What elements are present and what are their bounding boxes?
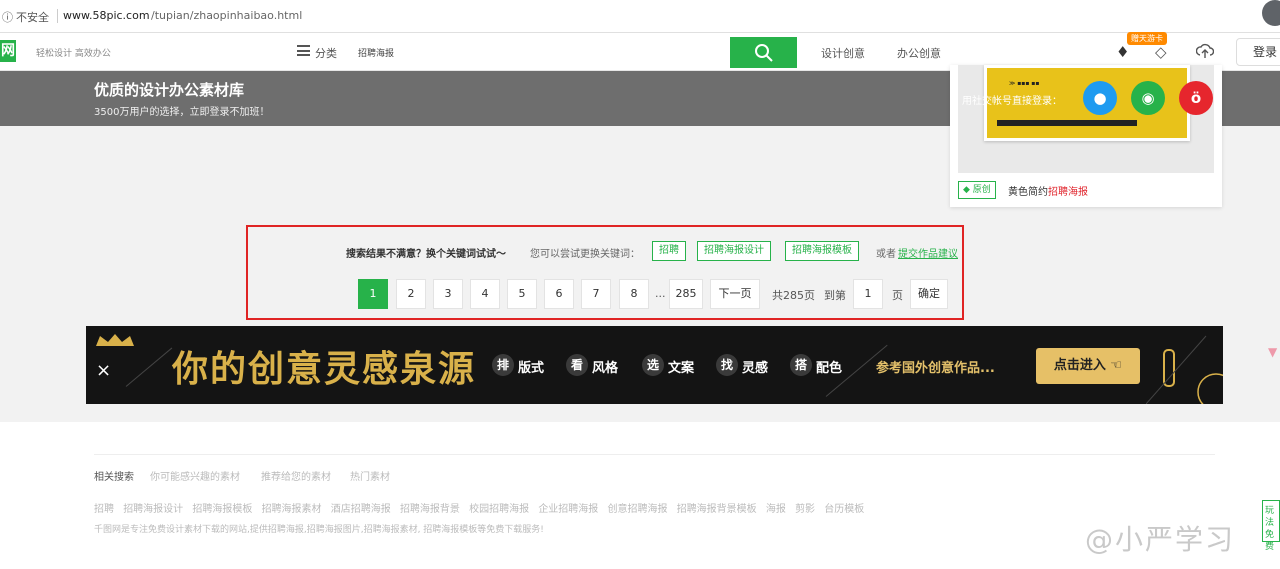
info-icon[interactable]: ⓘ xyxy=(2,9,13,25)
card-thumbnail[interactable]: ≫ ▪▪▪ ▪▪ xyxy=(958,65,1214,173)
hint-main: 搜索结果不满意？换个关键词试试～ xyxy=(346,249,506,260)
keyword-chip[interactable]: 招聘海报模板 xyxy=(785,241,859,261)
tag-badge: 选 xyxy=(642,354,664,376)
tag-badge: 排 xyxy=(492,354,514,376)
goto-input[interactable]: 1 xyxy=(853,279,883,309)
site-logo[interactable]: 网 xyxy=(0,40,16,62)
page-6[interactable]: 6 xyxy=(544,279,574,309)
weibo-icon[interactable]: ö xyxy=(1179,81,1213,115)
tag-word: 文案 xyxy=(668,361,695,376)
tag-word: 灵感 xyxy=(742,361,769,376)
hint-sub: 您可以尝试更换关键词： xyxy=(530,249,640,260)
site-tagline: 轻松设计 高效办公 xyxy=(36,49,111,59)
footer: 相关搜索 你可能感兴趣的素材 推荐给您的素材 热门素材 招聘 招聘海报设计 招聘… xyxy=(0,422,1280,569)
nav-design-creative[interactable]: 设计创意 xyxy=(821,45,865,61)
vip-badge[interactable]: 赠天游卡 xyxy=(1127,32,1167,45)
tag-link[interactable]: 校园招聘海报 xyxy=(469,504,529,515)
tag-link[interactable]: 剪影 xyxy=(795,504,815,515)
total-pages: 共285页 xyxy=(772,289,815,302)
wechat-icon[interactable]: ◉ xyxy=(1131,81,1165,115)
banner-reference: 参考国外创意作品... xyxy=(876,361,995,376)
page-ellipsis: ... xyxy=(655,287,666,300)
side-arrow-icon: ▼ xyxy=(1268,345,1278,359)
tag-link[interactable]: 招聘海报设计 xyxy=(123,504,183,515)
tag-link[interactable]: 招聘海报背景模板 xyxy=(677,504,757,515)
vip-diamond-icon[interactable]: ◇ xyxy=(1155,43,1167,61)
divider xyxy=(94,454,1215,455)
tag-word: 配色 xyxy=(816,361,843,376)
qq-icon[interactable]: ● xyxy=(1083,81,1117,115)
search-input[interactable] xyxy=(352,38,730,66)
next-page-button[interactable]: 下一页 xyxy=(710,279,760,309)
upload-icon[interactable] xyxy=(1195,43,1215,63)
tag-badge: 找 xyxy=(716,354,738,376)
site-description: 千图网是专注免费设计素材下载的网站,提供招聘海报,招聘海报图片,招聘海报素材, … xyxy=(94,525,544,535)
close-icon[interactable]: × xyxy=(96,360,111,381)
nav-office-creative[interactable]: 办公创意 xyxy=(897,45,941,61)
side-float-tab[interactable]: 玩法免费 xyxy=(1262,500,1280,552)
promo-subtitle[interactable]: 3500万用户的选择，立即登录不加班！ xyxy=(94,103,269,118)
tag-badge: 看 xyxy=(566,354,588,376)
related-tab[interactable]: 相关搜索 xyxy=(94,468,134,483)
keyword-chip[interactable]: 招聘海报设计 xyxy=(697,241,771,261)
url-host[interactable]: www.58pic.com xyxy=(63,9,150,22)
tag-word: 风格 xyxy=(592,361,619,376)
page-7[interactable]: 7 xyxy=(581,279,611,309)
confirm-button[interactable]: 确定 xyxy=(910,279,948,309)
enter-button[interactable]: 点击进入 ☜ xyxy=(1036,348,1140,384)
page-4[interactable]: 4 xyxy=(470,279,500,309)
suggest-link[interactable]: 提交作品建议 xyxy=(898,245,958,260)
search-suggestion-box: 搜索结果不满意？换个关键词试试～ 您可以尝试更换关键词： 招聘 招聘海报设计 招… xyxy=(246,225,964,320)
category-button[interactable]: 分类 xyxy=(315,45,337,61)
tag-link[interactable]: 台历模板 xyxy=(824,504,864,515)
tag-link[interactable]: 酒店招聘海报 xyxy=(331,504,391,515)
page-3[interactable]: 3 xyxy=(433,279,463,309)
tag-link[interactable]: 招聘海报素材 xyxy=(262,504,322,515)
card-title[interactable]: 黄色简约招聘海报 xyxy=(1008,183,1088,198)
tag-link[interactable]: 招聘 xyxy=(94,504,114,515)
original-badge: ◆ 原创 xyxy=(958,181,996,199)
page-last[interactable]: 285 xyxy=(669,279,703,309)
ad-banner[interactable]: × 你的创意灵感泉源 排 版式 看 风格 选 文案 找 灵感 搭 配色 参考国外… xyxy=(86,326,1223,404)
menu-icon[interactable] xyxy=(297,45,310,56)
login-button[interactable]: 登录 xyxy=(1236,38,1280,66)
browser-address-bar[interactable]: ⓘ 不安全 www.58pic.com /tupian/zhaopinhaiba… xyxy=(0,0,1280,33)
tag-link[interactable]: 招聘海报模板 xyxy=(192,504,252,515)
keyword-chip[interactable]: 招聘 xyxy=(652,241,686,261)
page-unit: 页 xyxy=(892,289,903,302)
page-1[interactable]: 1 xyxy=(358,279,388,309)
crown-icon xyxy=(96,334,134,346)
decoration-icon xyxy=(1146,335,1223,404)
tag-list: 招聘 招聘海报设计 招聘海报模板 招聘海报素材 酒店招聘海报 招聘海报背景 校园… xyxy=(94,500,864,515)
or-label: 或者 xyxy=(876,249,896,260)
tag-link[interactable]: 企业招聘海报 xyxy=(538,504,598,515)
page-8[interactable]: 8 xyxy=(619,279,649,309)
related-tab[interactable]: 热门素材 xyxy=(350,468,390,483)
tag-badge: 搭 xyxy=(790,354,812,376)
page-2[interactable]: 2 xyxy=(396,279,426,309)
search-button[interactable] xyxy=(730,37,797,68)
banner-headline: 你的创意灵感泉源 xyxy=(172,349,477,390)
search-icon xyxy=(755,44,773,62)
related-tab[interactable]: 你可能感兴趣的素材 xyxy=(150,468,240,483)
diamond-icon[interactable]: ♦ xyxy=(1116,43,1129,61)
weibo-watermark: @小严学习 xyxy=(1085,523,1236,556)
tag-word: 版式 xyxy=(518,361,545,376)
page-5[interactable]: 5 xyxy=(507,279,537,309)
social-login-label: 用社交帐号直接登录： xyxy=(962,96,1062,107)
tag-link[interactable]: 创意招聘海报 xyxy=(608,504,668,515)
url-divider xyxy=(57,9,58,23)
tag-link[interactable]: 海报 xyxy=(766,504,786,515)
promo-title: 优质的设计办公素材库 xyxy=(94,81,245,99)
goto-label: 到第 xyxy=(824,289,846,302)
profile-avatar[interactable] xyxy=(1262,0,1280,26)
related-tab[interactable]: 推荐给您的素材 xyxy=(261,468,331,483)
security-label: 不安全 xyxy=(16,11,49,24)
url-path[interactable]: /tupian/zhaopinhaibao.html xyxy=(151,9,302,22)
tag-link[interactable]: 招聘海报背景 xyxy=(400,504,460,515)
